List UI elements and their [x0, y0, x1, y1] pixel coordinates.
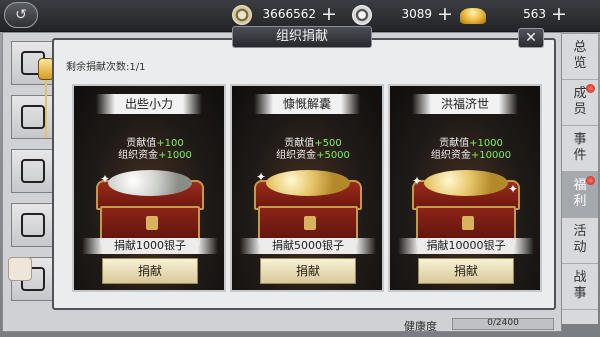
donate-button[interactable]: 捐献	[260, 258, 356, 284]
tab-label: 事件	[573, 132, 587, 163]
tab-activities[interactable]: 活动	[562, 218, 598, 264]
currency-gold: 563 +	[460, 3, 568, 25]
donate-button[interactable]: 捐献	[102, 258, 198, 284]
cloud-icon	[21, 105, 45, 129]
tab-label: 战事	[573, 270, 587, 301]
tab-members[interactable]: 成员	[562, 80, 598, 126]
fund-stat: 组织资金+5000	[276, 150, 350, 161]
sparkle-icon: ✦	[100, 172, 111, 186]
back-button[interactable]: ↺	[4, 2, 38, 28]
donation-cost: 捐献10000银子	[398, 238, 534, 254]
donation-card: 慷慨解囊 贡献值+500 组织资金+5000 ✦ 捐献5000银子 捐献	[230, 84, 384, 292]
card-title: 洪福济世	[412, 94, 518, 114]
fund-stat: 组织资金+1000	[118, 150, 192, 161]
currency-copper: 3666562 +	[232, 3, 338, 25]
back-arrow-icon: ↺	[15, 7, 27, 23]
donation-card: 洪福济世 贡献值+1000 组织资金+10000 ✦ ✦ 捐献10000银子 捐…	[388, 84, 542, 292]
donation-card: 出些小力 贡献值+100 组织资金+1000 ✦ 捐献1000银子 捐献	[72, 84, 226, 292]
tab-battles[interactable]: 战事	[562, 264, 598, 310]
fund-stat: 组织资金+10000	[430, 150, 512, 161]
remaining-donations: 剩余捐献次数:1/1	[66, 62, 146, 73]
sparkle-icon: ✦	[256, 170, 267, 184]
tab-label: 福利	[573, 178, 587, 209]
tab-overview[interactable]: 总览	[562, 34, 598, 80]
copper-amount: 3666562	[262, 7, 316, 21]
sparkle-icon: ✦	[412, 174, 423, 188]
card-title: 慷慨解囊	[254, 94, 360, 114]
emblem-icon	[21, 159, 45, 183]
gold-amount: 563	[523, 7, 546, 21]
health-value: 0/2400	[487, 318, 519, 328]
silver-amount: 3089	[401, 7, 432, 21]
tab-label: 成员	[573, 86, 587, 117]
donation-cost: 捐献5000银子	[240, 238, 376, 254]
side-tabs: 总览 成员 事件 福利 活动 战事	[562, 34, 598, 324]
tab-welfare[interactable]: 福利	[562, 172, 598, 218]
health-progress-bar: 0/2400	[452, 318, 554, 330]
tab-events[interactable]: 事件	[562, 126, 598, 172]
pavilion-icon	[21, 213, 45, 237]
tab-label: 总览	[573, 40, 587, 71]
tab-label: 活动	[573, 224, 587, 255]
notification-dot-icon	[586, 176, 595, 185]
silver-coin-icon	[352, 5, 372, 25]
menu-slot-4[interactable]	[11, 203, 53, 247]
donation-cost: 捐献1000银子	[82, 238, 218, 254]
sparkle-icon: ✦	[508, 182, 519, 196]
lantern-cord	[45, 80, 47, 138]
gold-ingot-icon	[460, 8, 486, 24]
health-label: 健康度	[404, 320, 437, 333]
add-gold-button[interactable]: +	[550, 3, 568, 25]
add-silver-button[interactable]: +	[436, 3, 454, 25]
currency-silver: 3089 +	[352, 3, 454, 25]
notification-dot-icon	[586, 84, 595, 93]
copper-coin-icon	[232, 5, 252, 25]
menu-slot-3[interactable]	[11, 149, 53, 193]
add-copper-button[interactable]: +	[320, 3, 338, 25]
pet-avatar[interactable]	[8, 257, 32, 281]
donate-button[interactable]: 捐献	[418, 258, 514, 284]
dialog-title: 组织捐献	[232, 26, 372, 48]
card-title: 出些小力	[96, 94, 202, 114]
close-button[interactable]: ✕	[518, 28, 544, 48]
